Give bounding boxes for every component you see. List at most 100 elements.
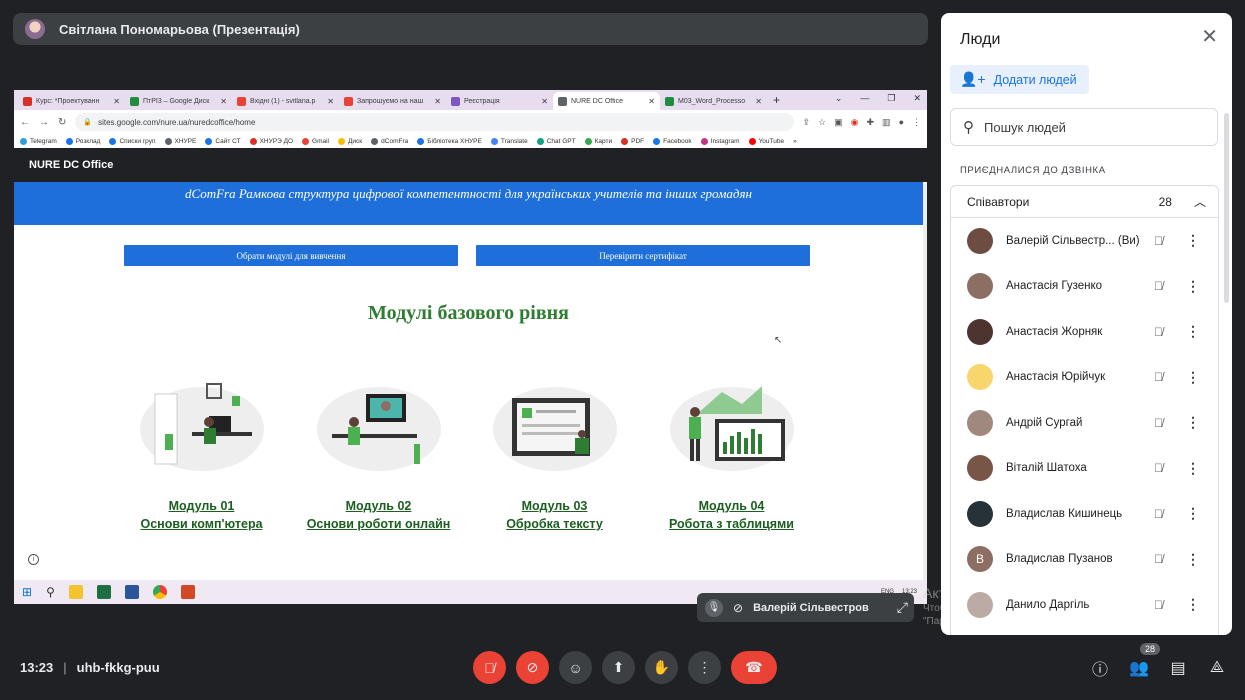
participant-row[interactable]: Валерій Сільвестр... (Ви) 🎙̸ ⋮ (951, 218, 1218, 264)
page-scrollbar[interactable] (923, 184, 927, 584)
search-icon[interactable]: ⚲ (46, 585, 55, 599)
more-options-icon[interactable]: ⋮ (1186, 369, 1200, 386)
info-icon[interactable]: i (28, 554, 39, 565)
bookmark[interactable]: ХНУРЭ ДО (249, 137, 293, 145)
activities-button[interactable]: ⟁ (1205, 656, 1229, 680)
file-explorer-icon[interactable] (68, 585, 83, 599)
bookmark[interactable]: Списки груп (109, 137, 156, 145)
module-name[interactable]: Обробка тексту (467, 515, 642, 533)
more-options-icon[interactable]: ⋮ (1186, 460, 1200, 477)
participant-row[interactable]: Анастасія Жорняк 🎙̸ ⋮ (951, 309, 1218, 355)
chrome-icon[interactable] (152, 585, 167, 599)
coauthors-header[interactable]: Співавтори 28 ︿ (951, 186, 1218, 218)
module-name[interactable]: Основи роботи онлайн (291, 515, 466, 533)
bookmark[interactable]: dComFra (371, 137, 408, 145)
browser-tab[interactable]: Вхідні (1) - svitlana.p ✕ (232, 92, 339, 110)
more-options-icon[interactable]: ⋮ (1186, 414, 1200, 431)
module-card[interactable]: Модуль 01 Основи комп'ютера (114, 374, 289, 533)
participant-row[interactable]: Віталій Шатоха 🎙̸ ⋮ (951, 446, 1218, 492)
back-icon[interactable]: ← (20, 117, 30, 128)
opera-icon[interactable]: ◉ (851, 117, 859, 128)
bookmark[interactable]: Instagram (700, 137, 740, 145)
more-options-icon[interactable]: ⋮ (1186, 596, 1200, 613)
more-options-icon[interactable]: ⋮ (1186, 323, 1200, 340)
leave-call-button[interactable]: ☎ (731, 651, 777, 684)
browser-tab[interactable]: Запрошуємо на наш ✕ (339, 92, 446, 110)
close-icon[interactable]: ✕ (913, 93, 921, 104)
more-bookmarks-icon[interactable]: » (793, 138, 797, 145)
close-icon[interactable]: ✕ (755, 97, 762, 106)
menu-icon[interactable]: ⋮ (912, 117, 921, 128)
bookmark[interactable]: Диск (338, 137, 362, 145)
people-search[interactable]: ⚲ (950, 108, 1218, 146)
module-card[interactable]: Модуль 04 Робота з таблицями (644, 374, 819, 533)
bookmark[interactable]: Бібліотека ХНУРЕ (417, 137, 482, 145)
browser-tab[interactable]: ПтРІ3 – Google Диск ✕ (125, 92, 232, 110)
meeting-details-button[interactable]: ⓘ (1088, 656, 1112, 680)
close-icon[interactable]: ✕ (541, 97, 548, 106)
extension-icon[interactable]: ▣ (834, 117, 843, 128)
bookmark[interactable]: Telegram (20, 137, 57, 145)
close-icon[interactable]: ✕ (648, 97, 655, 106)
bookmark[interactable]: ХНУРЕ (164, 137, 196, 145)
people-button[interactable]: 👥 (1127, 656, 1151, 680)
present-button[interactable]: ⬆ (602, 651, 635, 684)
close-icon[interactable]: ✕ (220, 97, 227, 106)
chevron-down-icon[interactable]: ⌄ (835, 93, 843, 104)
search-input[interactable] (984, 119, 1184, 135)
profile-icon[interactable]: ● (899, 117, 904, 128)
more-options-button[interactable]: ⋮ (688, 651, 721, 684)
choose-modules-button[interactable]: Обрати модулі для вивчення (124, 245, 458, 266)
sidebar-icon[interactable]: ▥ (882, 117, 891, 128)
windows-start-icon[interactable]: ⊞ (22, 585, 32, 599)
bookmark[interactable]: Gmail (302, 137, 329, 145)
bookmark[interactable]: Chat GPT (536, 137, 576, 145)
module-number[interactable]: Модуль 02 (291, 497, 466, 515)
module-number[interactable]: Модуль 04 (644, 497, 819, 515)
maximize-icon[interactable]: ❐ (887, 93, 895, 104)
bookmark[interactable]: Карти (584, 137, 612, 145)
raise-hand-button[interactable]: ✋ (645, 651, 678, 684)
more-options-icon[interactable]: ⋮ (1186, 551, 1200, 568)
powerpoint-icon[interactable] (180, 585, 195, 599)
minimize-icon[interactable]: — (860, 93, 869, 104)
bookmark[interactable]: Сайт СТ (205, 137, 241, 145)
bookmark[interactable]: Розклад (65, 137, 100, 145)
star-icon[interactable]: ☆ (818, 117, 826, 128)
close-icon[interactable]: ✕ (113, 97, 120, 106)
check-certificate-button[interactable]: Перевірити сертифікат (476, 245, 810, 266)
bookmark[interactable]: YouTube (748, 137, 784, 145)
add-people-button[interactable]: 👤+ Додати людей (950, 65, 1089, 94)
browser-tab-active[interactable]: NURE DC Office ✕ (553, 92, 660, 110)
close-icon[interactable]: ✕ (434, 97, 441, 106)
module-name[interactable]: Робота з таблицями (644, 515, 819, 533)
bookmark[interactable]: PDF (621, 137, 644, 145)
chevron-up-icon[interactable]: ︿ (1194, 193, 1206, 210)
bookmark[interactable]: Translate (490, 137, 528, 145)
module-card[interactable]: Модуль 03 Обробка тексту (467, 374, 642, 533)
reload-icon[interactable]: ↻ (58, 117, 66, 128)
browser-tab[interactable]: M03_Word_Processo ✕ (660, 92, 767, 110)
participant-row[interactable]: Андрій Сургай 🎙̸ ⋮ (951, 400, 1218, 446)
chat-button[interactable]: ▤ (1166, 656, 1190, 680)
participant-row[interactable]: Данило Даргіль 🎙̸ ⋮ (951, 582, 1218, 628)
module-number[interactable]: Модуль 03 (467, 497, 642, 515)
mic-toggle-button[interactable]: 🎙̸ (473, 651, 506, 684)
panel-scrollbar[interactable] (1224, 113, 1229, 303)
expand-icon[interactable]: ⤢ (897, 599, 914, 616)
browser-tab[interactable]: Реєстрація ✕ (446, 92, 553, 110)
bookmark[interactable]: Facebook (653, 137, 692, 145)
url-field[interactable]: 🔒 sites.google.com/nure.ua/nuredcoffice/… (75, 113, 794, 131)
participant-row[interactable]: В Владислав Пузанов 🎙̸ ⋮ (951, 537, 1218, 583)
participant-row[interactable]: Анастасія Юрійчук 🎙̸ ⋮ (951, 355, 1218, 401)
module-name[interactable]: Основи комп'ютера (114, 515, 289, 533)
more-options-icon[interactable]: ⋮ (1186, 505, 1200, 522)
reactions-button[interactable]: ☺ (559, 651, 592, 684)
camera-toggle-button[interactable]: ⊘ (516, 651, 549, 684)
excel-icon[interactable] (96, 585, 111, 599)
participant-row[interactable]: Анастасія Гузенко 🎙̸ ⋮ (951, 264, 1218, 310)
puzzle-icon[interactable]: ✚ (867, 117, 875, 128)
forward-icon[interactable]: → (39, 117, 49, 128)
more-options-icon[interactable]: ⋮ (1186, 232, 1200, 249)
more-options-icon[interactable]: ⋮ (1186, 278, 1200, 295)
